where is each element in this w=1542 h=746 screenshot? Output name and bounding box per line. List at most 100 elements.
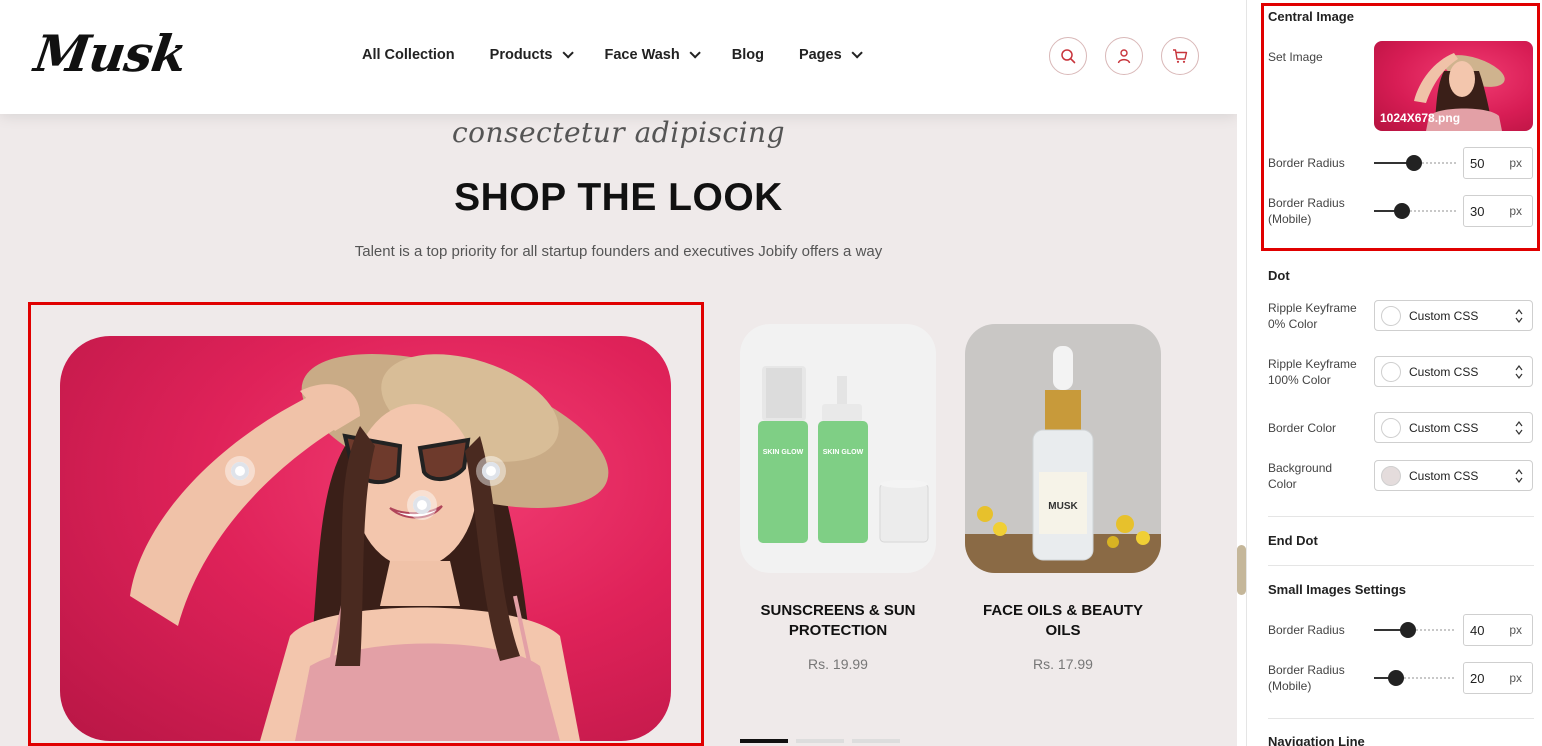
product-name-line: PROTECTION bbox=[788, 622, 888, 639]
hotspot-dot[interactable] bbox=[407, 490, 437, 520]
slider-handle[interactable] bbox=[1400, 622, 1416, 638]
ripple-100-color-select[interactable]: Custom CSS bbox=[1374, 356, 1533, 387]
hotspot-dot[interactable] bbox=[225, 456, 255, 486]
page: Musk All Collection Products Face Wash B… bbox=[0, 0, 1542, 746]
image-filename: 1024X678.png bbox=[1380, 111, 1461, 125]
settings-panel: Central Image Set Image 1024X678.png Bor… bbox=[1247, 0, 1542, 746]
end-dot-section-title[interactable]: End Dot bbox=[1268, 533, 1318, 548]
chevron-down-icon bbox=[689, 47, 701, 59]
section-title: SHOP THE LOOK bbox=[454, 176, 783, 219]
select-arrows-icon bbox=[1515, 309, 1523, 323]
product-image[interactable]: SKIN GLOW SKIN GLOW bbox=[740, 324, 936, 573]
border-radius-mobile-value: 20 bbox=[1470, 670, 1485, 686]
border-radius-mobile-slider[interactable] bbox=[1374, 203, 1456, 219]
product-name[interactable]: FACE OILS & BEAUTY OILS bbox=[965, 601, 1161, 641]
hotspot-dot[interactable] bbox=[476, 456, 506, 486]
product-card[interactable]: SKIN GLOW SKIN GLOW SUNSCREENS & SUN PRO… bbox=[740, 324, 936, 672]
carousel-dot-active[interactable] bbox=[740, 739, 788, 743]
nav-item-label: Face Wash bbox=[604, 47, 680, 63]
label-line: (Mobile) bbox=[1268, 212, 1312, 226]
slider-handle[interactable] bbox=[1388, 670, 1404, 686]
border-radius-slider[interactable] bbox=[1374, 155, 1456, 171]
color-swatch[interactable] bbox=[1381, 305, 1401, 326]
carousel-dot[interactable] bbox=[852, 739, 900, 743]
small-border-radius-mobile-label: Border Radius (Mobile) bbox=[1268, 663, 1345, 693]
account-button[interactable] bbox=[1105, 37, 1143, 75]
section-script-subtitle: consectetur adipiscing bbox=[452, 116, 785, 149]
border-radius-value: 40 bbox=[1470, 622, 1485, 638]
product-name-line: SUNSCREENS & SUN bbox=[760, 602, 916, 619]
border-radius-mobile-label: Border Radius (Mobile) bbox=[1268, 195, 1368, 227]
color-swatch[interactable] bbox=[1381, 465, 1401, 486]
small-border-radius-slider[interactable] bbox=[1374, 622, 1456, 638]
nav-item-label: Blog bbox=[731, 47, 764, 63]
background-color-select[interactable]: Custom CSS bbox=[1374, 460, 1533, 491]
border-radius-value: 50 bbox=[1470, 155, 1485, 171]
product-card[interactable]: MUSK FACE OILS & BEAUTY OILS Rs. 17.99 bbox=[965, 324, 1161, 672]
border-color-label: Border Color bbox=[1268, 421, 1337, 435]
nav-item-pages[interactable]: Pages bbox=[798, 47, 863, 63]
search-button[interactable] bbox=[1049, 37, 1087, 75]
navigation-line-section-title[interactable]: Navigation Line bbox=[1268, 734, 1365, 746]
border-radius-mobile-value: 30 bbox=[1470, 203, 1485, 219]
user-icon bbox=[1117, 49, 1131, 64]
border-radius-mobile-input[interactable]: 30 px bbox=[1463, 195, 1533, 227]
product-price: Rs. 19.99 bbox=[808, 656, 868, 672]
nav-item-products[interactable]: Products bbox=[489, 47, 574, 63]
divider bbox=[1268, 718, 1534, 719]
bottle-label: SKIN GLOW bbox=[823, 449, 864, 456]
color-swatch[interactable] bbox=[1381, 361, 1401, 382]
divider bbox=[1268, 516, 1534, 517]
section-description: Talent is a top priority for all startup… bbox=[354, 243, 883, 260]
slider-handle[interactable] bbox=[1406, 155, 1422, 171]
ripple-0-color-select[interactable]: Custom CSS bbox=[1374, 300, 1533, 331]
central-image-section-title: Central Image bbox=[1268, 9, 1354, 24]
bottle-label: SKIN GLOW bbox=[763, 449, 804, 456]
unit-label: px bbox=[1509, 623, 1522, 637]
small-border-radius-input[interactable]: 40 px bbox=[1463, 614, 1533, 646]
border-color-select[interactable]: Custom CSS bbox=[1374, 412, 1533, 443]
dot-section-title: Dot bbox=[1268, 268, 1290, 283]
select-arrows-icon bbox=[1515, 365, 1523, 379]
select-value: Custom CSS bbox=[1409, 420, 1479, 435]
set-image-picker[interactable]: 1024X678.png bbox=[1374, 41, 1533, 131]
border-radius-label: Border Radius bbox=[1268, 156, 1345, 170]
nav-item-label: Pages bbox=[798, 47, 842, 63]
small-border-radius-mobile-slider[interactable] bbox=[1374, 670, 1456, 686]
nav-item-face-wash[interactable]: Face Wash bbox=[604, 47, 701, 63]
ripple-100-color-label: Ripple Keyframe 100% Color bbox=[1268, 357, 1357, 387]
face-oil-bottle-image: MUSK bbox=[965, 346, 1161, 573]
search-icon bbox=[1061, 49, 1076, 64]
unit-label: px bbox=[1509, 204, 1522, 218]
unit-label: px bbox=[1509, 671, 1522, 685]
small-border-radius-label: Border Radius bbox=[1268, 623, 1345, 637]
ripple-0-color-label: Ripple Keyframe 0% Color bbox=[1268, 301, 1357, 331]
nav-item-label: Products bbox=[489, 47, 553, 63]
divider bbox=[1268, 565, 1534, 566]
set-image-label: Set Image bbox=[1268, 50, 1323, 64]
unit-label: px bbox=[1509, 156, 1522, 170]
color-swatch[interactable] bbox=[1381, 417, 1401, 438]
main-nav: All Collection Products Face Wash Blog P… bbox=[362, 47, 894, 63]
carousel-pagination bbox=[740, 739, 908, 743]
border-radius-input[interactable]: 50 px bbox=[1463, 147, 1533, 179]
label-line: Border Radius bbox=[1268, 196, 1345, 210]
nav-item-label: All Collection bbox=[362, 47, 455, 63]
preview-scrollbar-thumb[interactable] bbox=[1237, 545, 1246, 595]
select-value: Custom CSS bbox=[1409, 364, 1479, 379]
central-image[interactable] bbox=[60, 336, 671, 741]
select-value: Custom CSS bbox=[1409, 468, 1479, 483]
nav-item-blog[interactable]: Blog bbox=[732, 47, 764, 63]
product-name[interactable]: SUNSCREENS & SUN PROTECTION bbox=[740, 601, 936, 641]
nav-item-all-collection[interactable]: All Collection bbox=[362, 47, 455, 63]
small-border-radius-mobile-input[interactable]: 20 px bbox=[1463, 662, 1533, 694]
chevron-down-icon bbox=[851, 47, 863, 59]
product-image[interactable]: MUSK bbox=[965, 324, 1161, 573]
select-arrows-icon bbox=[1515, 421, 1523, 435]
carousel-dot[interactable] bbox=[796, 739, 844, 743]
logo[interactable]: Musk bbox=[31, 24, 190, 83]
cart-button[interactable] bbox=[1161, 37, 1199, 75]
product-name-line: FACE OILS & BEAUTY OILS bbox=[982, 602, 1143, 639]
slider-handle[interactable] bbox=[1394, 203, 1410, 219]
select-arrows-icon bbox=[1515, 469, 1523, 483]
